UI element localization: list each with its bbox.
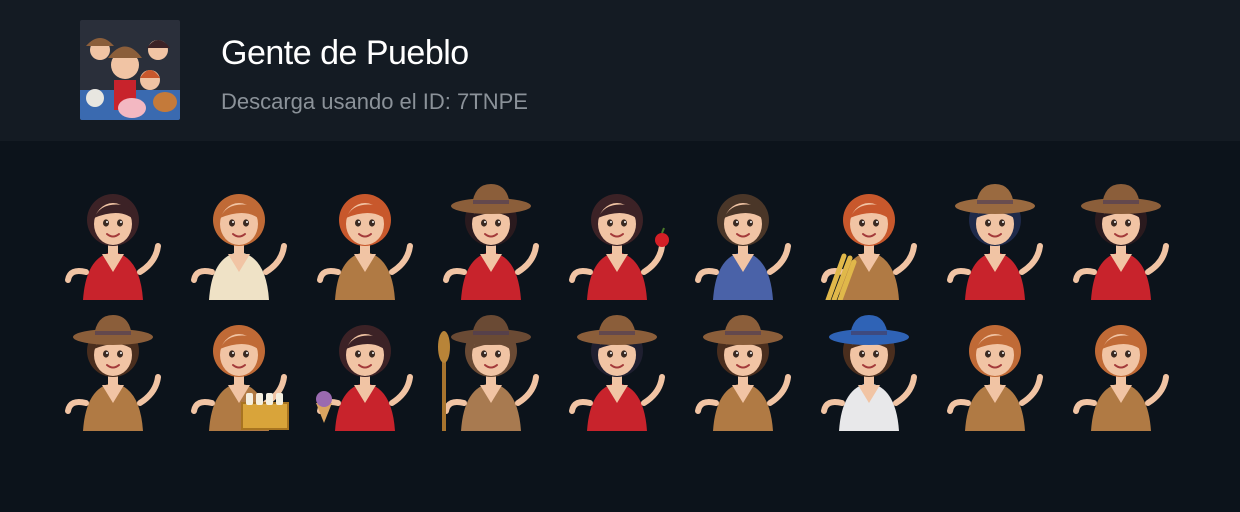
sticker-woman-dark-hair-red-dress-icon[interactable]	[50, 176, 176, 300]
sticker-cowgirl-big-hat-icon[interactable]	[554, 307, 680, 431]
sticker-man-blue-coat-thumbs-up-icon[interactable]	[680, 176, 806, 300]
pack-title: Gente de Pueblo	[221, 34, 469, 72]
pack-header: Gente de Pueblo Descarga usando el ID: 7…	[0, 0, 1240, 141]
sticker-grid	[50, 176, 1190, 431]
sticker-woman-wheat-bundle-icon[interactable]	[806, 176, 932, 300]
sticker-woman-auburn-presenting-icon[interactable]	[1058, 307, 1184, 431]
sticker-woman-milk-crate-icon[interactable]	[176, 307, 302, 431]
sticker-cowgirl-shrugging-icon[interactable]	[1058, 176, 1184, 300]
sticker-trapper-fur-hat-paddle-icon[interactable]	[428, 307, 554, 431]
sticker-woman-auburn-thinking-icon[interactable]	[932, 307, 1058, 431]
pack-thumbnail-icon	[80, 20, 180, 120]
sticker-cowgirl-brown-hat-icon[interactable]	[428, 176, 554, 300]
sticker-woman-auburn-waving-icon[interactable]	[302, 176, 428, 300]
sticker-cowboy-blue-band-hat-icon[interactable]	[50, 307, 176, 431]
sticker-sheriff-blue-hat-mustache-icon[interactable]	[806, 307, 932, 431]
sticker-cowboy-pointing-up-icon[interactable]	[680, 307, 806, 431]
pack-download-id: Descarga usando el ID: 7TNPE	[221, 89, 528, 114]
sticker-cowgirl-pointing-icon[interactable]	[932, 176, 1058, 300]
sticker-woman-holding-apple-icon[interactable]	[554, 176, 680, 300]
sticker-boy-auburn-thumbs-up-icon[interactable]	[176, 176, 302, 300]
sticker-woman-ice-cream-icon[interactable]	[302, 307, 428, 431]
